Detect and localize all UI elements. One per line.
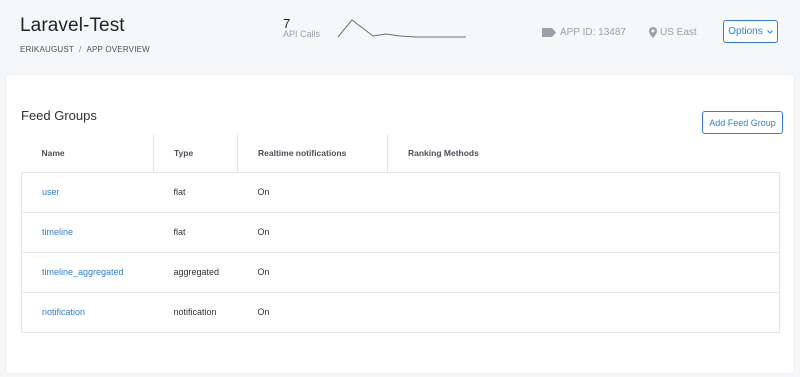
app-title: Laravel-Test — [20, 15, 125, 36]
app-id: APP ID: 13487 — [542, 27, 626, 38]
add-feed-group-button[interactable]: Add Feed Group — [702, 111, 783, 134]
feed-group-ranking — [387, 171, 780, 212]
table-header-row: Name Type Realtime notifications Ranking… — [22, 134, 780, 172]
feed-group-name-link[interactable]: timeline — [21, 211, 154, 252]
feed-group-realtime: On — [237, 171, 388, 212]
map-pin-icon — [649, 27, 657, 38]
feed-group-ranking — [387, 291, 780, 333]
feed-group-name-link[interactable]: timeline_aggregated — [21, 251, 154, 292]
feed-groups-title: Feed Groups — [21, 108, 97, 123]
feed-group-ranking — [387, 211, 780, 252]
breadcrumb-separator: / — [79, 45, 82, 54]
breadcrumb-org[interactable]: ERIKAUGUST — [20, 45, 74, 54]
feed-group-ranking — [387, 251, 780, 292]
api-calls-label: API Calls — [283, 29, 321, 39]
column-header-name: Name — [41, 147, 65, 158]
column-header-realtime: Realtime notifications — [237, 134, 388, 172]
column-header-ranking: Ranking Methods — [387, 134, 780, 172]
feed-group-name-link[interactable]: user — [21, 171, 154, 212]
chevron-down-icon — [766, 29, 773, 34]
options-button[interactable]: Options — [723, 20, 778, 43]
feed-groups-card: Feed Groups Add Feed Group Name Type Rea… — [5, 74, 795, 374]
breadcrumb-current: APP OVERVIEW — [86, 45, 150, 54]
feed-group-type: notification — [153, 291, 238, 333]
feed-group-type: flat — [153, 211, 238, 252]
tag-icon — [542, 28, 556, 37]
options-label: Options — [728, 26, 763, 37]
feed-group-type: aggregated — [153, 251, 238, 292]
table-row: timeline_aggregated aggregated On — [21, 251, 780, 292]
feed-group-realtime: On — [237, 251, 388, 292]
feed-group-realtime: On — [237, 291, 388, 333]
breadcrumb: ERIKAUGUST / APP OVERVIEW — [20, 45, 150, 54]
table-row: notification notification On — [21, 291, 780, 333]
app-id-text: APP ID: 13487 — [560, 27, 626, 38]
feed-groups-table: Name Type Realtime notifications Ranking… — [21, 134, 780, 333]
table-row: user flat On — [21, 171, 780, 212]
feed-group-realtime: On — [237, 211, 388, 252]
table-row: timeline flat On — [21, 211, 780, 252]
region: US East — [649, 27, 697, 38]
feed-group-name-link[interactable]: notification — [21, 291, 154, 333]
app-header: Laravel-Test ERIKAUGUST / APP OVERVIEW 7… — [0, 0, 800, 72]
api-calls-sparkline — [337, 19, 466, 38]
feed-group-type: flat — [153, 171, 238, 212]
column-header-type: Type — [153, 134, 238, 172]
region-text: US East — [660, 27, 697, 38]
